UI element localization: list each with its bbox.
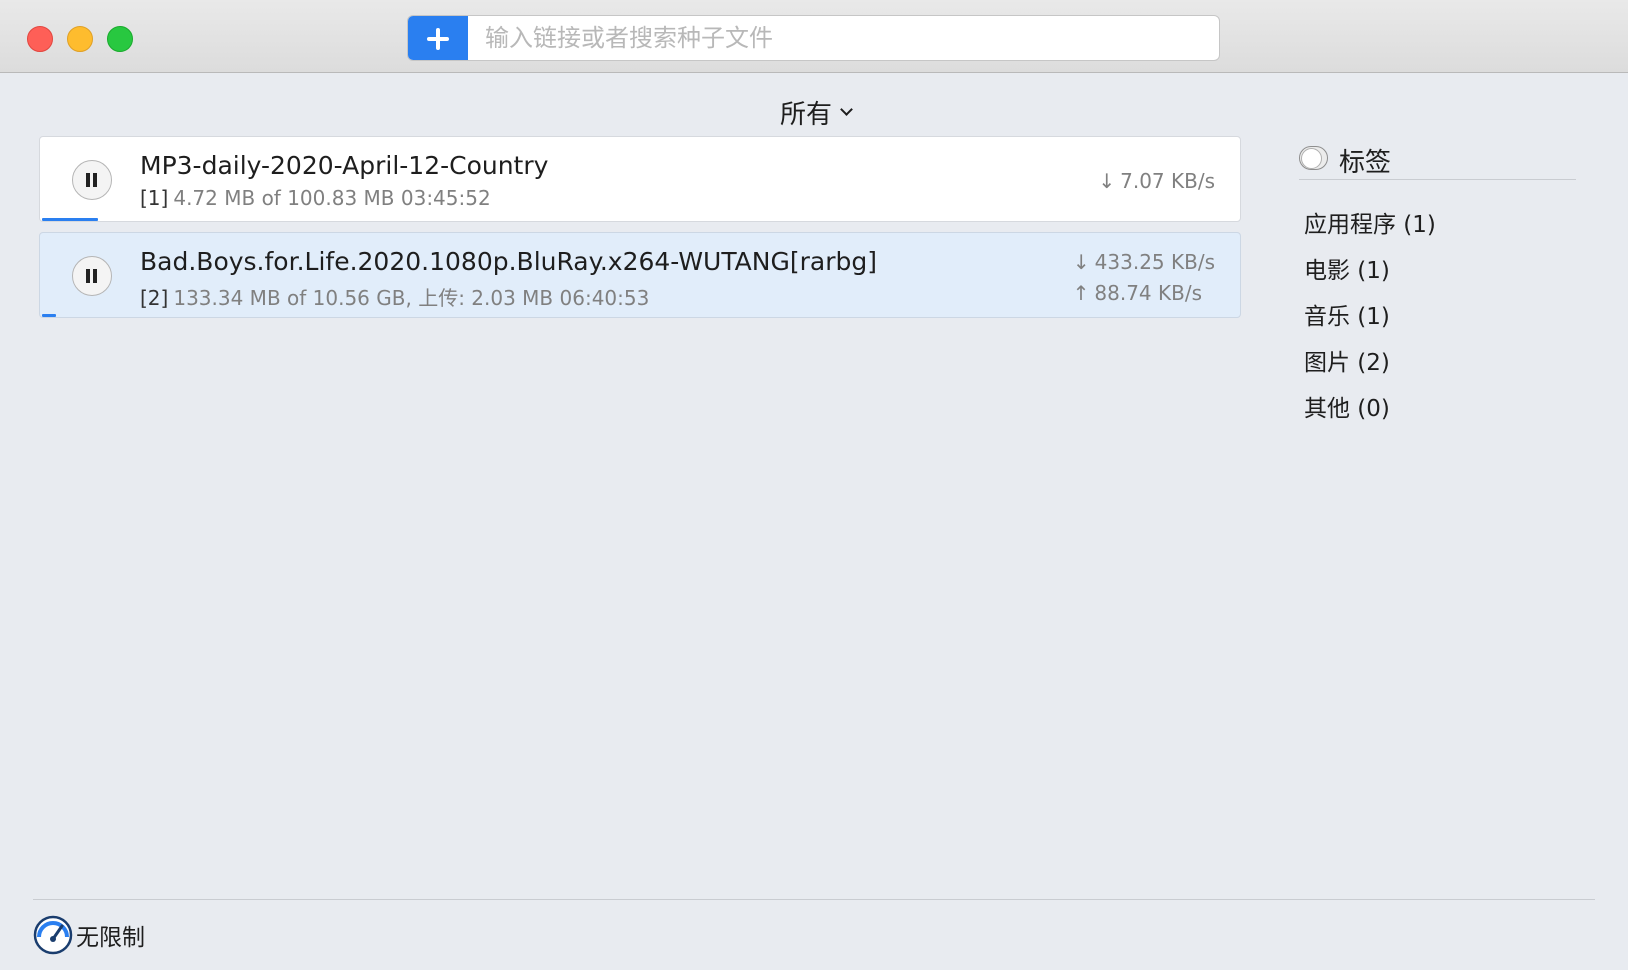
search-input[interactable] xyxy=(468,16,1219,60)
upload-speed: ↑ 88.74 KB/s xyxy=(1073,281,1202,305)
title-bar xyxy=(0,0,1628,73)
add-torrent-button[interactable] xyxy=(408,16,468,60)
footer-divider xyxy=(33,899,1595,900)
tags-header: 标签 xyxy=(1299,140,1576,180)
pause-button[interactable] xyxy=(72,256,112,296)
download-progress-text: 133.34 MB of 10.56 GB, 上传: 2.03 MB 06:40… xyxy=(173,286,650,310)
download-meta: [2] 133.34 MB of 10.56 GB, 上传: 2.03 MB 06… xyxy=(140,282,649,311)
category-item-movies[interactable]: 电影 (1) xyxy=(1299,248,1576,294)
category-item-pictures[interactable]: 图片 (2) xyxy=(1299,340,1576,386)
plus-icon xyxy=(426,27,450,51)
category-list: 应用程序 (1) 电影 (1) 音乐 (1) 图片 (2) 其他 (0) xyxy=(1299,202,1576,432)
pause-icon xyxy=(86,269,98,283)
pause-button[interactable] xyxy=(72,160,112,200)
progress-bar xyxy=(42,314,56,317)
download-name: Bad.Boys.for.Life.2020.1080p.BluRay.x264… xyxy=(140,247,877,276)
download-index: [1] xyxy=(140,186,169,210)
chevron-down-icon xyxy=(840,102,853,116)
download-speed: ↓ 433.25 KB/s xyxy=(1073,250,1215,274)
download-meta: [1] 4.72 MB of 100.83 MB 03:45:52 xyxy=(140,186,491,210)
download-item-selected[interactable]: Bad.Boys.for.Life.2020.1080p.BluRay.x264… xyxy=(39,232,1241,318)
tags-toggle-icon[interactable] xyxy=(1299,146,1328,170)
pause-icon xyxy=(86,173,98,187)
filter-label: 所有 xyxy=(780,99,833,130)
filter-dropdown[interactable]: 所有 xyxy=(780,92,853,132)
tags-title: 标签 xyxy=(1339,148,1392,178)
app-window: 所有 MP3-daily-2020-April-12-Country [1]4.… xyxy=(0,0,1628,970)
tags-sidebar: 标签 应用程序 (1) 电影 (1) 音乐 (1) 图片 (2) 其他 (0) xyxy=(1299,140,1576,432)
download-name: MP3-daily-2020-April-12-Country xyxy=(140,151,549,180)
search-bar xyxy=(407,15,1220,61)
download-speed: ↓ 7.07 KB/s xyxy=(1098,169,1215,193)
zoom-window-button[interactable] xyxy=(107,26,133,52)
up-arrow-icon: ↑ xyxy=(1072,281,1090,305)
speed-limit-button[interactable]: 无限制 xyxy=(33,915,145,955)
download-speed-value: 7.07 KB/s xyxy=(1120,169,1215,193)
progress-bar xyxy=(42,218,98,221)
down-arrow-icon: ↓ xyxy=(1098,169,1116,193)
download-speed-value: 433.25 KB/s xyxy=(1094,250,1215,274)
download-progress-text: 4.72 MB of 100.83 MB 03:45:52 xyxy=(173,186,491,210)
speed-limit-label: 无限制 xyxy=(76,925,145,951)
download-index: [2] xyxy=(140,286,169,310)
down-arrow-icon: ↓ xyxy=(1072,250,1090,274)
minimize-window-button[interactable] xyxy=(67,26,93,52)
close-window-button[interactable] xyxy=(27,26,53,52)
upload-speed-value: 88.74 KB/s xyxy=(1094,281,1202,305)
category-item-applications[interactable]: 应用程序 (1) xyxy=(1299,202,1576,248)
category-item-music[interactable]: 音乐 (1) xyxy=(1299,294,1576,340)
speedometer-icon xyxy=(33,915,73,955)
download-item[interactable]: MP3-daily-2020-April-12-Country [1] 4.72 … xyxy=(39,136,1241,222)
category-item-other[interactable]: 其他 (0) xyxy=(1299,386,1576,432)
